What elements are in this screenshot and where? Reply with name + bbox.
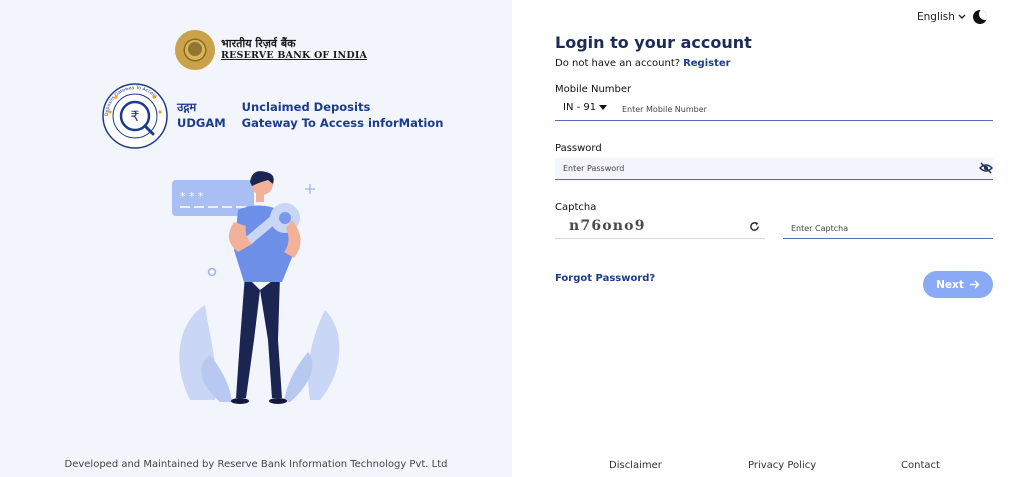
rbi-english-name: RESERVE BANK OF INDIA: [221, 49, 368, 61]
captcha-label: Captcha: [555, 202, 597, 213]
login-panel: English Login to your account Do not hav…: [512, 0, 1024, 477]
udgam-logo-block: Deposits Gateway To Access ₹ उद्गम UDGAM…: [101, 82, 443, 150]
signup-prompt: Do not have an account? Register: [555, 58, 731, 69]
refresh-captcha-icon[interactable]: [749, 221, 760, 232]
arrow-right-icon: [969, 280, 980, 289]
country-code-value: IN - 91: [563, 102, 597, 113]
udgam-emblem-icon: Deposits Gateway To Access ₹: [102, 83, 168, 149]
chevron-down-icon: [958, 14, 966, 19]
page-title: Login to your account: [555, 33, 752, 52]
language-label: English: [917, 11, 955, 23]
password-input[interactable]: [563, 162, 963, 175]
caret-down-icon: [599, 105, 608, 110]
login-illustration: * * *: [172, 171, 340, 404]
branding-panel: भारतीय रिज़र्व बैंक RESERVE BANK OF INDI…: [0, 0, 512, 477]
mobile-number-input[interactable]: [622, 103, 982, 116]
disclaimer-link[interactable]: Disclaimer: [609, 460, 662, 471]
privacy-policy-link[interactable]: Privacy Policy: [748, 460, 816, 471]
captcha-image-underline: [555, 238, 765, 239]
contact-link[interactable]: Contact: [901, 460, 940, 471]
udgam-line-2: Gateway To Access inforMation: [241, 116, 444, 130]
register-link[interactable]: Register: [683, 58, 731, 69]
login-page: भारतीय रिज़र्व बैंक RESERVE BANK OF INDI…: [0, 0, 1024, 477]
next-button[interactable]: Next: [923, 271, 993, 298]
mobile-underline: [555, 120, 993, 121]
udgam-line-1: Unclaimed Deposits: [241, 100, 371, 115]
developer-credit: Developed and Maintained by Reserve Bank…: [64, 459, 448, 470]
rbi-logo: भारतीय रिज़र्व बैंक RESERVE BANK OF INDI…: [175, 30, 367, 70]
rbi-seal-icon: [175, 30, 215, 70]
forgot-password-link[interactable]: Forgot Password?: [555, 273, 655, 284]
rbi-hindi-name: भारतीय रिज़र्व बैंक: [221, 37, 296, 51]
no-account-text: Do not have an account?: [555, 58, 681, 69]
captcha-image: n76ono9: [569, 218, 646, 234]
udgam-short: UDGAM: [177, 116, 226, 130]
mobile-label: Mobile Number: [555, 84, 632, 95]
country-code-select[interactable]: IN - 91: [563, 102, 608, 113]
password-underline: [555, 179, 993, 180]
udgam-hindi: उद्गम: [177, 100, 197, 115]
hide-password-icon[interactable]: [979, 162, 993, 174]
password-label: Password: [555, 143, 602, 154]
dark-mode-icon[interactable]: [973, 10, 987, 24]
svg-text:₹: ₹: [131, 109, 140, 125]
captcha-input-underline: [783, 238, 993, 239]
svg-text:* * *: * * *: [180, 190, 204, 203]
captcha-input[interactable]: [791, 222, 991, 235]
language-selector[interactable]: English: [917, 11, 966, 23]
next-button-label: Next: [936, 278, 964, 291]
